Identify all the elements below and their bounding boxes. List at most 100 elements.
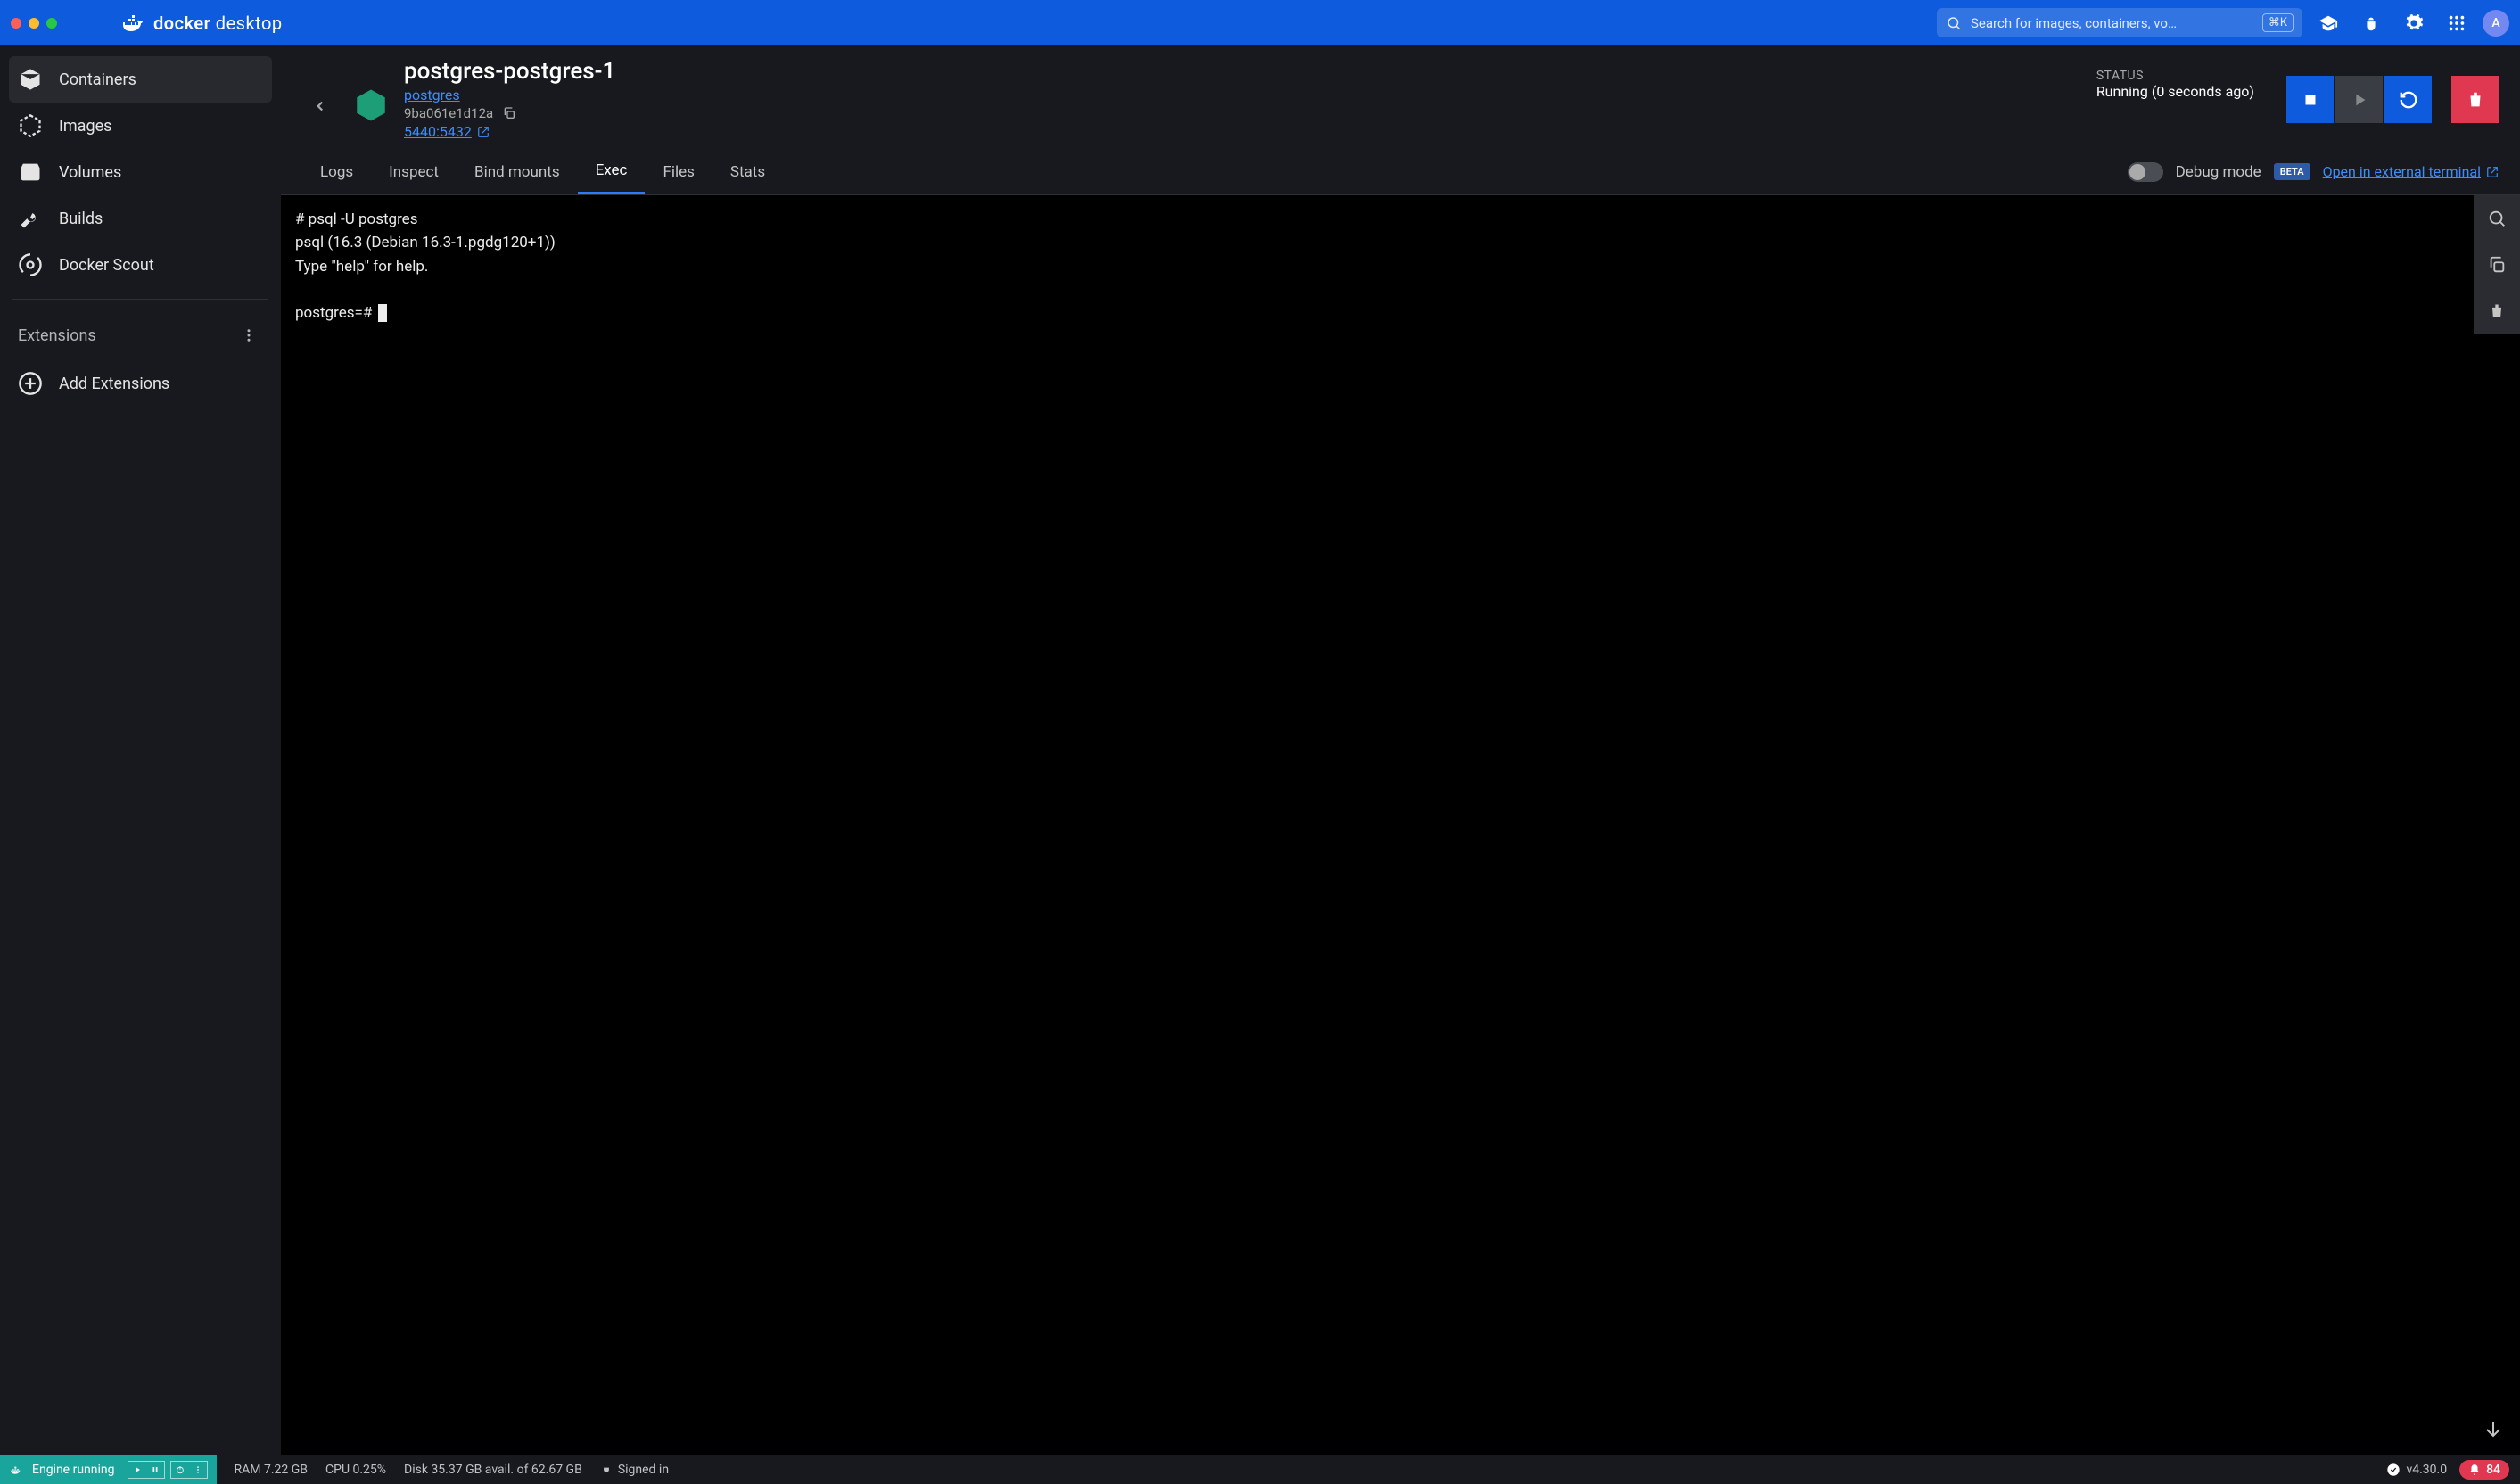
graduation-cap-icon (2318, 13, 2338, 33)
terminal-cursor (378, 304, 387, 322)
sidebar-item-builds[interactable]: Builds (9, 195, 272, 242)
version-text: v4.30.0 (2406, 1463, 2447, 1477)
play-icon (133, 1465, 142, 1474)
engine-power-button[interactable] (171, 1462, 189, 1478)
scroll-to-bottom-button[interactable] (2477, 1413, 2509, 1445)
tab-inspect[interactable]: Inspect (371, 151, 457, 194)
learning-center-button[interactable] (2311, 6, 2345, 40)
whale-icon (119, 12, 144, 34)
sidebar-label: Add Extensions (59, 375, 169, 393)
power-icon (176, 1465, 185, 1474)
delete-button[interactable] (2451, 76, 2499, 123)
terminal-line: psql (16.3 (Debian 16.3-1.pgdg120+1)) (295, 234, 556, 251)
volumes-icon (18, 160, 43, 185)
sidebar-divider (12, 299, 268, 300)
sidebar-item-images[interactable]: Images (9, 103, 272, 149)
engine-power-more[interactable] (170, 1461, 208, 1479)
engine-status-text: Engine running (32, 1463, 115, 1477)
container-port-link[interactable]: 5440:5432 (404, 123, 490, 140)
engine-more-button[interactable] (189, 1462, 207, 1478)
tab-files[interactable]: Files (645, 151, 712, 194)
extensions-more-button[interactable] (235, 321, 263, 350)
extensions-header: Extensions (9, 310, 272, 360)
open-external-terminal-link[interactable]: Open in external terminal (2323, 163, 2499, 180)
beta-badge: BETA (2274, 163, 2310, 180)
copy-icon[interactable] (502, 106, 516, 120)
brand-logo: docker desktop (119, 12, 283, 34)
sidebar-item-containers[interactable]: Containers (9, 56, 272, 103)
tab-exec[interactable]: Exec (578, 149, 646, 194)
terminal-copy-button[interactable] (2474, 242, 2520, 288)
stop-button[interactable] (2286, 76, 2334, 123)
bug-report-button[interactable] (2354, 6, 2388, 40)
scout-icon (18, 252, 43, 277)
engine-status[interactable]: Engine running (0, 1455, 217, 1484)
chevron-left-icon (312, 98, 328, 114)
sidebar-item-docker-scout[interactable]: Docker Scout (9, 242, 272, 288)
sidebar-label: Images (59, 117, 111, 136)
sidebar-label: Containers (59, 70, 136, 89)
window-maximize-button[interactable] (46, 18, 57, 29)
resource-stats: RAM 7.22 GB CPU 0.25% Disk 35.37 GB avai… (217, 1463, 600, 1477)
more-vertical-icon (241, 327, 257, 343)
sidebar-label: Docker Scout (59, 256, 154, 275)
trash-icon (2488, 302, 2506, 320)
restart-icon (2399, 90, 2418, 110)
pause-icon (151, 1465, 160, 1474)
exec-terminal[interactable]: # psql -U postgres psql (16.3 (Debian 16… (281, 195, 2520, 1455)
sidebar-item-add-extensions[interactable]: Add Extensions (9, 360, 272, 407)
engine-pause-button[interactable] (146, 1462, 164, 1478)
terminal-clear-button[interactable] (2474, 288, 2520, 334)
images-icon (18, 113, 43, 138)
terminal-prompt: postgres=# (295, 304, 376, 322)
engine-play-button[interactable] (128, 1462, 146, 1478)
settings-button[interactable] (2397, 6, 2431, 40)
search-placeholder: Search for images, containers, vo… (1971, 15, 2255, 31)
debug-mode-label: Debug mode (2176, 163, 2261, 181)
tab-logs[interactable]: Logs (302, 151, 371, 194)
signed-in-status[interactable]: Signed in (600, 1463, 669, 1477)
container-actions (2286, 76, 2499, 123)
grid-icon (2447, 13, 2466, 33)
restart-button[interactable] (2384, 76, 2432, 123)
engine-play-pause[interactable] (128, 1461, 165, 1479)
external-link-icon (2486, 166, 2499, 178)
titlebar: docker desktop Search for images, contai… (0, 0, 2520, 45)
search-shortcut: ⌘K (2262, 13, 2294, 32)
window-minimize-button[interactable] (29, 18, 39, 29)
sidebar: Containers Images Volumes Builds Docker … (0, 45, 281, 1455)
status-label: STATUS (2096, 69, 2254, 83)
tab-stats[interactable]: Stats (712, 151, 783, 194)
extensions-label: Extensions (18, 326, 96, 345)
window-close-button[interactable] (11, 18, 21, 29)
user-avatar[interactable]: A (2483, 10, 2509, 37)
terminal-side-toolbar (2474, 195, 2520, 334)
traffic-lights (11, 18, 57, 29)
notifications-badge[interactable]: 84 (2459, 1460, 2509, 1480)
container-icon (18, 67, 43, 92)
global-search[interactable]: Search for images, containers, vo… ⌘K (1937, 8, 2302, 37)
version-indicator[interactable]: v4.30.0 (2386, 1463, 2447, 1477)
wrench-icon (18, 206, 43, 231)
debug-mode-toggle[interactable] (2128, 162, 2163, 182)
terminal-line: # psql -U postgres (295, 210, 417, 228)
terminal-search-button[interactable] (2474, 195, 2520, 242)
container-image-link[interactable]: postgres (404, 87, 460, 103)
status-value: Running (0 seconds ago) (2096, 83, 2254, 100)
tab-bind-mounts[interactable]: Bind mounts (457, 151, 578, 194)
start-button[interactable] (2335, 76, 2383, 123)
container-detail-info: postgres-postgres-1 postgres 9ba061e1d12… (404, 58, 615, 140)
trash-icon (2466, 90, 2485, 110)
copy-icon (2487, 255, 2507, 275)
sidebar-item-volumes[interactable]: Volumes (9, 149, 272, 195)
apps-grid-button[interactable] (2440, 6, 2474, 40)
back-button[interactable] (302, 88, 338, 124)
plug-icon (600, 1463, 613, 1476)
statusbar: Engine running RAM 7.22 GB CPU 0.25% Dis… (0, 1455, 2520, 1484)
search-icon (1946, 15, 1962, 31)
check-circle-icon (2386, 1463, 2401, 1477)
arrow-down-icon (2483, 1418, 2504, 1439)
cpu-stat: CPU 0.25% (325, 1463, 386, 1477)
container-hex-icon (352, 87, 390, 124)
notifications-count: 84 (2486, 1463, 2500, 1477)
